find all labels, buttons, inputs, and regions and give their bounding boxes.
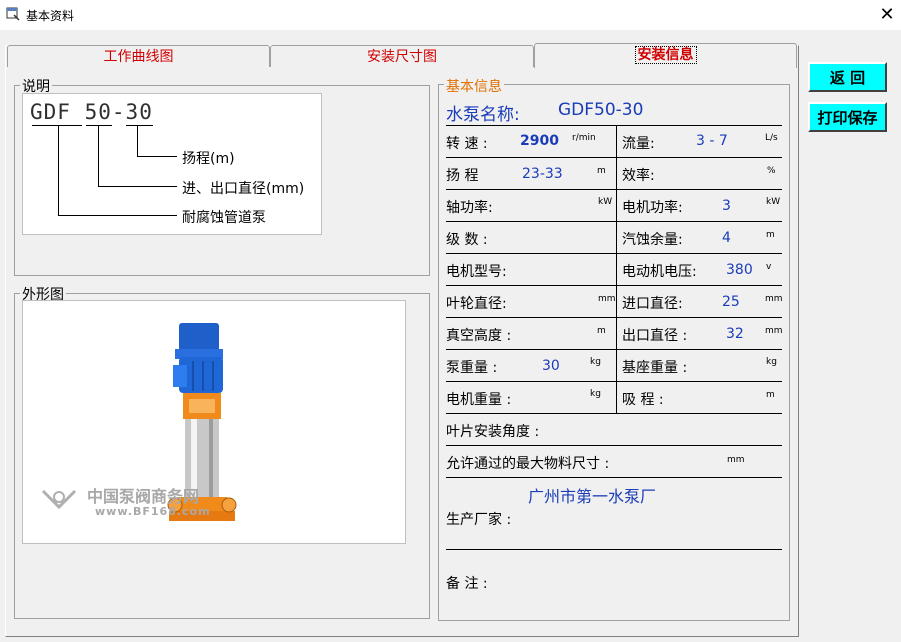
leader-line-prefix-v (58, 126, 59, 216)
row-divider (446, 413, 782, 414)
flow-unit: L/s (765, 133, 778, 143)
row-divider (446, 125, 782, 126)
code-dash: - (111, 100, 126, 124)
print-save-button[interactable]: 打印保存 (808, 102, 887, 132)
row-divider (446, 157, 782, 158)
suction-lift-label: 吸 程 : (622, 392, 664, 408)
row-divider (446, 221, 782, 222)
base-weight-unit: kg (766, 357, 777, 367)
code-prefix: GDF (30, 100, 71, 124)
inlet-diameter-unit: mm (765, 294, 783, 304)
row-divider (446, 445, 782, 446)
max-particle-size-unit: mm (727, 455, 745, 465)
row-divider (446, 549, 782, 550)
suction-lift-unit: m (766, 390, 775, 400)
basic-info-group-label: 基本信息 (444, 76, 504, 96)
pump-photo: 中国泵阀商务网 www.BF168.com (22, 300, 406, 544)
efficiency-label: 效率: (622, 168, 655, 184)
motor-voltage-unit: v (766, 262, 772, 272)
vacuum-height-unit: m (597, 326, 606, 336)
tab-install-info[interactable]: 安装信息 (534, 43, 797, 68)
code-head-underline (126, 125, 153, 126)
code-head: 30 (125, 100, 153, 124)
motor-weight-label: 电机重量 : (446, 392, 512, 408)
motor-voltage-value: 380 (726, 262, 753, 278)
pump-name-value: GDF50-30 (558, 100, 644, 120)
manufacturer-label: 生产厂家 : (446, 512, 512, 528)
impeller-diameter-label: 叶轮直径: (446, 296, 507, 312)
tab-work-curve[interactable]: 工作曲线图 (7, 45, 270, 67)
base-weight-label: 基座重量 : (622, 360, 688, 376)
inlet-diameter-value: 25 (722, 294, 740, 310)
pump-name-label: 水泵名称: (446, 105, 520, 125)
leader-line-head-v (137, 126, 138, 157)
pump-weight-label: 泵重量 : (446, 360, 498, 376)
legend-type-text: 耐腐蚀管道泵 (182, 210, 266, 226)
motor-model-label: 电机型号: (446, 264, 507, 280)
motor-power-label: 电机功率: (622, 200, 683, 216)
tab-install-dimension[interactable]: 安装尺寸图 (270, 45, 534, 67)
leader-line-size-h (98, 186, 177, 187)
remark-label: 备 注 : (446, 576, 488, 592)
row-divider (446, 381, 782, 382)
speed-unit: r/min (572, 133, 596, 143)
npsh-value: 4 (722, 230, 731, 246)
legend-head-text: 扬程(m) (182, 151, 235, 167)
back-button[interactable]: 返 回 (808, 62, 887, 92)
outlet-diameter-label: 出口直径 : (622, 328, 688, 344)
column-divider (616, 125, 617, 413)
row-divider (446, 189, 782, 190)
head-label: 扬 程 (446, 168, 479, 184)
speed-value: 2900 (520, 133, 559, 149)
motor-power-value: 3 (722, 198, 731, 214)
flow-value: 3 - 7 (696, 133, 728, 149)
code-size-underline (86, 125, 112, 126)
leader-line-prefix-h (58, 215, 177, 216)
pump-illustration (41, 323, 237, 521)
model-code: GDF 50-30 (30, 100, 153, 124)
row-divider (446, 317, 782, 318)
close-icon[interactable]: ✕ (874, 2, 900, 28)
leader-line-head-h (137, 156, 177, 157)
pump-weight-value: 30 (542, 358, 560, 374)
speed-label: 转 速 : (446, 136, 488, 152)
title-bar (0, 0, 901, 30)
npsh-label: 汽蚀余量: (622, 232, 683, 248)
vacuum-height-label: 真空高度 : (446, 328, 512, 344)
basic-info-group (438, 84, 790, 621)
leader-line-size-v (98, 126, 99, 187)
row-divider (446, 349, 782, 350)
blade-angle-label: 叶片安装角度 : (446, 424, 540, 440)
npsh-unit: m (766, 230, 775, 240)
motor-power-unit: kW (766, 197, 781, 207)
window-icon (6, 7, 20, 21)
impeller-diameter-unit: mm (598, 294, 616, 304)
outlet-diameter-unit: mm (765, 326, 783, 336)
row-divider (446, 253, 782, 254)
motor-weight-unit: kg (590, 389, 601, 399)
max-particle-size-label: 允许通过的最大物料尺寸 : (446, 456, 610, 472)
code-size: 50 (84, 100, 112, 124)
efficiency-unit: % (767, 166, 776, 176)
shaft-power-label: 轴功率: (446, 200, 493, 216)
pump-weight-unit: kg (590, 357, 601, 367)
manufacturer-value: 广州市第一水泵厂 (528, 487, 657, 506)
watermark-text: 中国泵阀商务网 (87, 487, 200, 506)
head-unit: m (597, 166, 606, 176)
window-title: 基本资料 (26, 9, 75, 23)
shaft-power-unit: kW (598, 197, 613, 207)
stage-count-label: 级 数 : (446, 232, 488, 248)
row-divider (446, 285, 782, 286)
watermark-url: www.BF168.com (95, 505, 211, 518)
head-value: 23-33 (522, 166, 563, 182)
legend-diameter-text: 进、出口直径(mm) (182, 181, 305, 197)
inlet-diameter-label: 进口直径: (622, 296, 683, 312)
outlet-diameter-value: 32 (726, 326, 744, 342)
code-prefix-underline (32, 125, 82, 126)
row-divider (446, 477, 782, 478)
tab-install-info-label: 安装信息 (634, 46, 697, 64)
motor-voltage-label: 电动机电压: (622, 264, 697, 280)
flow-label: 流量: (622, 136, 655, 152)
